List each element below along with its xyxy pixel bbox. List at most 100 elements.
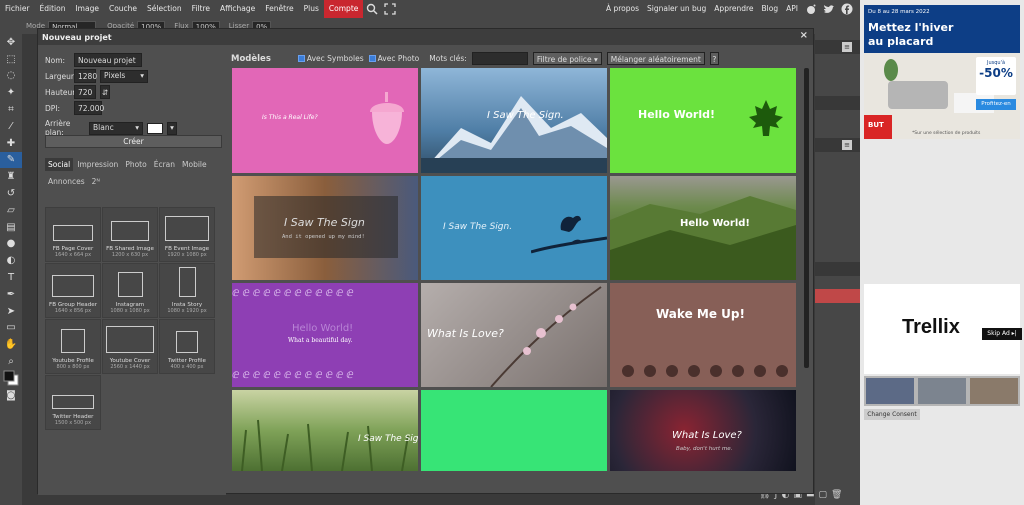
pen-tool-icon[interactable]: ✒ (0, 286, 22, 303)
facebook-icon[interactable] (841, 3, 853, 15)
ad-banner-trellix[interactable]: Trellix Skip Ad ▸| (864, 284, 1022, 374)
tab-mobile[interactable]: Mobile (179, 158, 210, 171)
panel-expand-icon[interactable]: ≡ (842, 140, 852, 150)
menu-filtre[interactable]: Filtre (187, 0, 215, 18)
crop-tool-icon[interactable]: ⌗ (0, 101, 22, 118)
template-card[interactable]: Hello World! (610, 176, 796, 280)
tab-photo[interactable]: Photo (122, 158, 149, 171)
menu-compte[interactable]: Compte (323, 0, 364, 18)
color-swatch-icon[interactable] (0, 370, 22, 387)
shuffle-button[interactable]: Mélanger aléatoirement (606, 52, 705, 65)
template-card[interactable]: Wake Me Up! (610, 283, 796, 387)
create-button[interactable]: Créer (45, 135, 222, 148)
skip-ad-button[interactable]: Skip Ad ▸| (982, 328, 1022, 340)
close-icon[interactable]: × (800, 30, 808, 41)
template-card[interactable]: I Saw The Sign. (421, 176, 607, 280)
preset-youtube-profile[interactable]: Youtube Profile 800 x 800 px (45, 319, 101, 374)
template-card[interactable]: What Is Love? Baby, don't hurt me. (610, 390, 796, 471)
history-brush-tool-icon[interactable]: ↺ (0, 185, 22, 202)
tab-impression[interactable]: Impression (74, 158, 121, 171)
template-card[interactable]: I Saw The Sign. (232, 390, 418, 471)
width-input[interactable]: 1280 (74, 69, 97, 83)
with-photo-checkbox[interactable]: Avec Photo (368, 54, 419, 63)
move-tool-icon[interactable]: ✥ (0, 34, 22, 51)
template-card[interactable]: I Saw The Sign. (421, 68, 607, 173)
menu-report-bug[interactable]: Signaler un bug (643, 0, 710, 18)
unit-select[interactable]: Pixels ▾ (100, 69, 148, 83)
blur-tool-icon[interactable]: ● (0, 236, 22, 253)
swap-dimensions-icon[interactable]: ⇵ (100, 85, 110, 99)
menu-selection[interactable]: Sélection (142, 0, 187, 18)
eraser-tool-icon[interactable]: ▱ (0, 202, 22, 219)
preset-twitter-header[interactable]: Twitter Header 1500 x 500 px (45, 375, 101, 430)
reddit-icon[interactable] (805, 3, 817, 15)
eyedropper-tool-icon[interactable]: ⁄ (0, 118, 22, 135)
brush-tool-icon[interactable]: ✎ (0, 151, 22, 169)
menu-learn[interactable]: Apprendre (710, 0, 757, 18)
height-input[interactable]: 720 (74, 85, 96, 99)
panel-expand-icon[interactable]: ≡ (842, 42, 852, 52)
templates-scrollbar[interactable] (804, 68, 809, 368)
preset-twitter-profile[interactable]: Twitter Profile 400 x 400 px (159, 319, 215, 374)
help-button[interactable]: ? (709, 52, 719, 65)
template-card[interactable]: What Is Love? (421, 283, 607, 387)
tab-annonces[interactable]: Annonces (45, 175, 88, 188)
with-symbols-checkbox[interactable]: Avec Symboles (297, 54, 364, 63)
gradient-tool-icon[interactable]: ▤ (0, 219, 22, 236)
tab-second-page[interactable]: 2ᴺ (89, 175, 103, 188)
dpi-input[interactable]: 72.000 (74, 101, 104, 115)
menu-fenetre[interactable]: Fenêtre (260, 0, 298, 18)
preset-instagram[interactable]: Instagram 1080 x 1080 px (102, 263, 158, 318)
search-icon[interactable] (366, 3, 378, 15)
menu-image[interactable]: Image (70, 0, 104, 18)
stamp-tool-icon[interactable]: ♜ (0, 168, 22, 185)
change-consent-button[interactable]: Change Consent (864, 409, 920, 420)
name-input[interactable]: Nouveau projet (74, 53, 142, 67)
shape-tool-icon[interactable]: ▭ (0, 320, 22, 337)
preset-fb-group-header[interactable]: FB Group Header 1640 x 856 px (45, 263, 101, 318)
quick-mask-icon[interactable]: ◙ (0, 387, 22, 404)
template-card[interactable]: ⅇⅇⅇⅇⅇⅇⅇⅇⅇⅇⅇⅇ Hello World! What a beautif… (232, 283, 418, 387)
menu-edition[interactable]: Édition (35, 0, 71, 18)
ad-cta-button[interactable]: Profitez-en (976, 99, 1016, 110)
font-filter-button[interactable]: Filtre de police ▾ (532, 52, 602, 65)
keywords-input[interactable] (471, 52, 528, 65)
template-card[interactable]: I Saw The Sign And it opened up my mind! (232, 176, 418, 280)
menu-api[interactable]: API (782, 0, 802, 18)
zoom-tool-icon[interactable]: ⌕ (0, 353, 22, 370)
magic-wand-tool-icon[interactable]: ✦ (0, 84, 22, 101)
fullscreen-icon[interactable] (384, 3, 397, 15)
background-select[interactable]: Blanc ▾ (89, 121, 143, 135)
background-color-swatch[interactable] (147, 122, 163, 134)
preset-fb-event-image[interactable]: FB Event Image 1920 x 1080 px (159, 207, 215, 262)
ad-video-thumbs[interactable] (864, 376, 1020, 406)
marquee-tool-icon[interactable]: ⬚ (0, 51, 22, 68)
healing-tool-icon[interactable]: ✚ (0, 135, 22, 152)
dodge-tool-icon[interactable]: ◐ (0, 252, 22, 269)
ad-banner-but[interactable]: Du 8 au 28 mars 2022 Mettez l'hiver au p… (864, 5, 1020, 139)
menu-blog[interactable]: Blog (758, 0, 783, 18)
lasso-tool-icon[interactable]: ◌ (0, 68, 22, 85)
preset-insta-story[interactable]: Insta Story 1080 x 1920 px (159, 263, 215, 318)
menu-affichage[interactable]: Affichage (215, 0, 260, 18)
new-layer-icon[interactable]: ▢ (819, 490, 828, 500)
template-title: I Saw The Sign. (487, 110, 564, 121)
text-tool-icon[interactable]: T (0, 269, 22, 286)
tab-ecran[interactable]: Écran (151, 158, 178, 171)
template-card[interactable]: Hello World! (610, 68, 796, 173)
background-color-dropdown[interactable]: ▾ (167, 121, 177, 135)
preset-fb-page-cover[interactable]: FB Page Cover 1640 x 664 px (45, 207, 101, 262)
template-card[interactable]: Is This a Real Life? (232, 68, 418, 173)
menu-couche[interactable]: Couche (104, 0, 142, 18)
menu-plus[interactable]: Plus (299, 0, 324, 18)
tab-social[interactable]: Social (45, 158, 74, 171)
template-card[interactable] (421, 390, 607, 471)
hand-tool-icon[interactable]: ✋ (0, 336, 22, 353)
trash-icon[interactable]: 🗑 (831, 490, 842, 500)
menu-fichier[interactable]: Fichier (0, 0, 35, 18)
twitter-icon[interactable] (823, 3, 835, 15)
path-select-tool-icon[interactable]: ➤ (0, 303, 22, 320)
menu-apropos[interactable]: À propos (602, 0, 643, 18)
preset-youtube-cover[interactable]: Youtube Cover 2560 x 1440 px (102, 319, 158, 374)
preset-fb-shared-image[interactable]: FB Shared Image 1200 x 630 px (102, 207, 158, 262)
